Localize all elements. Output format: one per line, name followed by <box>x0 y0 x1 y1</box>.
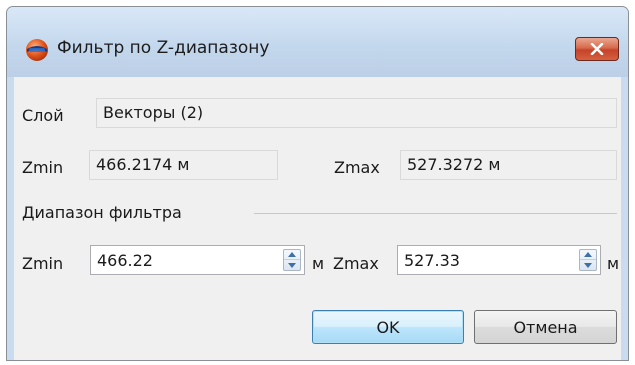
filter-zmax-spinbox[interactable] <box>397 245 601 275</box>
filter-zmax-decrement-button[interactable] <box>580 260 596 270</box>
close-button[interactable] <box>575 37 619 61</box>
close-icon <box>590 43 604 55</box>
filter-zmin-input[interactable] <box>91 246 276 274</box>
ok-button[interactable]: OK <box>312 310 464 344</box>
source-zmin-label: Zmin <box>22 158 64 177</box>
arrow-down-icon <box>584 262 592 268</box>
layers-globe-icon <box>25 38 49 62</box>
filter-zmin-spin-buttons[interactable] <box>283 249 301 271</box>
arrow-up-icon <box>584 252 592 257</box>
filter-zmax-spin-buttons[interactable] <box>579 249 597 271</box>
filter-zmax-increment-button[interactable] <box>580 250 596 260</box>
filter-zmin-increment-button[interactable] <box>284 250 300 260</box>
filter-zmin-spinbox[interactable] <box>90 245 305 275</box>
filter-zmax-label: Zmax <box>333 254 379 273</box>
filter-zmax-input[interactable] <box>398 246 572 274</box>
layer-label: Слой <box>22 106 64 125</box>
source-zmax-label: Zmax <box>334 158 380 177</box>
cancel-button[interactable]: Отмена <box>474 310 617 344</box>
filter-zmin-decrement-button[interactable] <box>284 260 300 270</box>
filter-zmin-label: Zmin <box>22 254 64 273</box>
arrow-down-icon <box>288 262 296 268</box>
arrow-up-icon <box>288 252 296 257</box>
source-zmin-field: 466.2174 м <box>89 150 278 180</box>
filter-zmin-unit: м <box>312 254 325 273</box>
layer-field: Векторы (2) <box>96 98 617 128</box>
group-divider <box>254 213 617 214</box>
title-bar[interactable]: Фильтр по Z-диапазону <box>7 7 628 77</box>
filter-dialog: Фильтр по Z-диапазону Слой Векторы (2) Z… <box>6 6 629 361</box>
dialog-body: Слой Векторы (2) Zmin 466.2174 м Zmax 52… <box>14 77 621 360</box>
filter-range-group-title: Диапазон фильтра <box>22 203 182 222</box>
dialog-title: Фильтр по Z-диапазону <box>57 38 270 58</box>
filter-zmax-unit: м <box>607 254 620 273</box>
source-zmax-field: 527.3272 м <box>400 150 617 180</box>
